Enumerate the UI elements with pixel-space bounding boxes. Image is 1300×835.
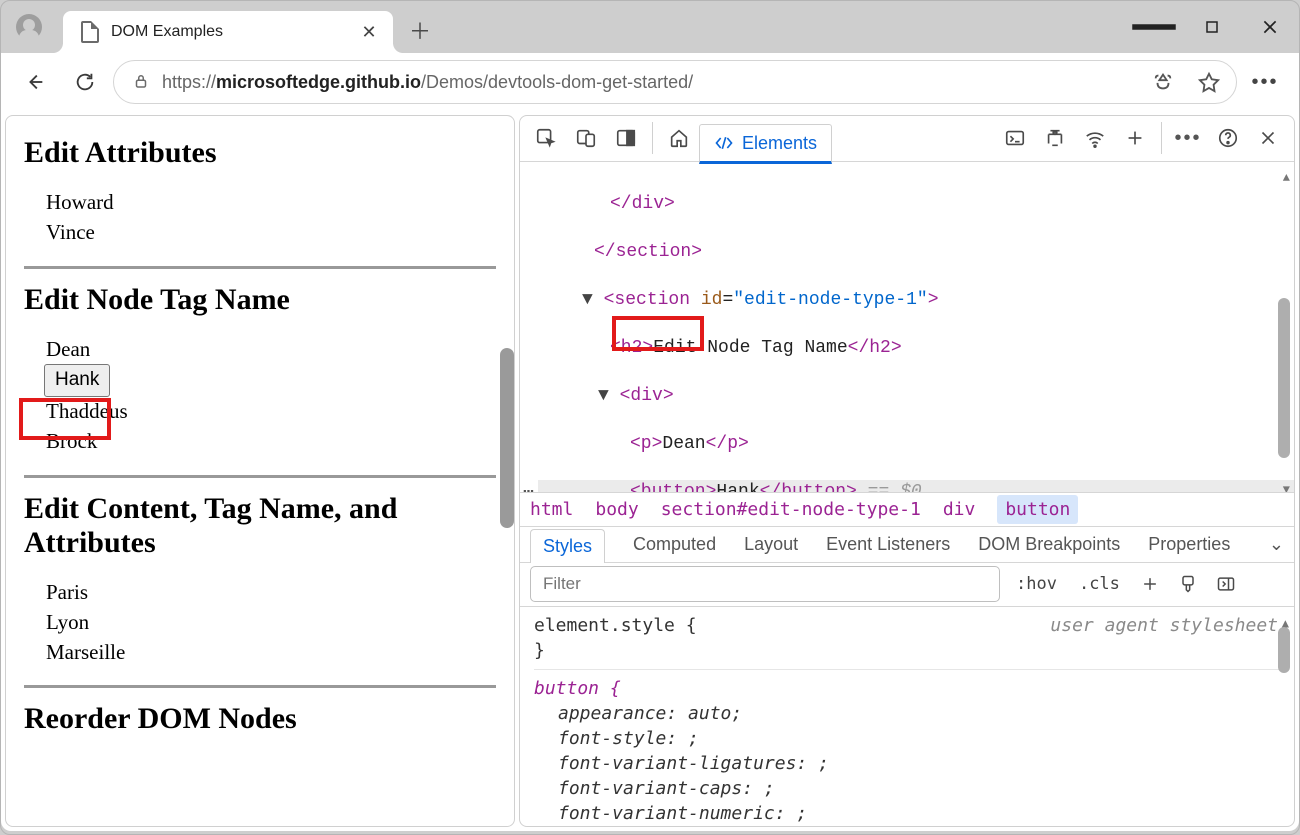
devtools-toolbar: Elements ••• (520, 116, 1294, 162)
console-tab-icon[interactable] (995, 118, 1035, 158)
window-controls (1125, 1, 1299, 53)
css-property[interactable]: font-style: ; (534, 726, 1280, 751)
css-source: user agent stylesheet (1050, 613, 1278, 638)
device-emulation-icon[interactable] (566, 118, 606, 158)
scrollbar-thumb[interactable] (500, 348, 514, 528)
list-item: Marseille (46, 638, 496, 668)
back-button[interactable] (13, 60, 57, 104)
tab-layout[interactable]: Layout (744, 534, 798, 555)
new-tab-button[interactable]: ＋ (401, 11, 439, 49)
favorite-icon[interactable] (1192, 71, 1226, 93)
divider (24, 266, 496, 269)
chevron-down-icon[interactable]: ⌄ (1269, 534, 1284, 555)
crumb[interactable]: div (943, 499, 976, 520)
css-inline-close: } (534, 638, 1280, 663)
page-icon (81, 21, 99, 43)
toggle-sidebar-icon[interactable] (1212, 574, 1240, 594)
close-devtools-icon[interactable] (1248, 118, 1288, 158)
styles-panel-tabs: Styles Computed Layout Event Listeners D… (520, 526, 1294, 563)
close-window-button[interactable] (1241, 1, 1299, 53)
tab-title: DOM Examples (111, 23, 347, 41)
heading-edit-all: Edit Content, Tag Name, and Attributes (24, 492, 496, 560)
styles-filter-row: :hov .cls (520, 563, 1294, 607)
css-selector: button { (534, 678, 621, 699)
content-split: Edit Attributes Howard Vince Edit Node T… (1, 111, 1299, 831)
divider (24, 475, 496, 478)
elements-tab[interactable]: Elements (699, 124, 832, 164)
dom-selected-node[interactable]: <button>Hank</button> == $0 (538, 480, 1294, 492)
css-rules[interactable]: element.style { } button { user agent st… (520, 607, 1294, 826)
read-aloud-icon[interactable] (1146, 71, 1180, 93)
browser-titlebar: DOM Examples ✕ ＋ (1, 1, 1299, 53)
hank-button[interactable]: Hank (44, 364, 110, 397)
lock-icon (132, 72, 150, 93)
tab-event-listeners[interactable]: Event Listeners (826, 534, 950, 555)
list-item: Thaddeus (46, 397, 496, 427)
tab-properties[interactable]: Properties (1148, 534, 1230, 555)
css-property[interactable]: appearance: auto; (534, 701, 1280, 726)
expand-toggle[interactable]: ▼ (598, 386, 620, 406)
paint-flashing-icon[interactable] (1174, 574, 1202, 594)
scrollbar-thumb[interactable] (1278, 627, 1290, 673)
scroll-up-arrow[interactable]: ▲ (1283, 166, 1290, 190)
profile-icon (16, 14, 42, 40)
new-style-rule-icon[interactable] (1136, 574, 1164, 594)
list-item: Howard (46, 188, 496, 218)
list-item: Dean (46, 335, 496, 365)
heading-reorder: Reorder DOM Nodes (24, 702, 496, 736)
page-viewport[interactable]: Edit Attributes Howard Vince Edit Node T… (5, 115, 515, 827)
dom-breadcrumb: html body section#edit-node-type-1 div b… (520, 492, 1294, 526)
css-property[interactable]: font-variant-ligatures: ; (534, 751, 1280, 776)
minimize-button[interactable] (1125, 1, 1183, 53)
list-attributes: Howard Vince (24, 188, 496, 248)
heading-edit-tag: Edit Node Tag Name (24, 283, 496, 317)
filter-input[interactable] (530, 566, 1000, 602)
hov-toggle[interactable]: :hov (1010, 574, 1063, 594)
settings-more-icon[interactable]: ••• (1168, 118, 1208, 158)
browser-toolbar: https://microsoftedge.github.io/Demos/de… (1, 53, 1299, 111)
maximize-button[interactable] (1183, 1, 1241, 53)
heading-edit-attributes: Edit Attributes (24, 136, 496, 170)
css-property[interactable]: font-variant-caps: ; (534, 776, 1280, 801)
crumb[interactable]: body (595, 499, 638, 520)
devtools-panel: Elements ••• </div> </section> ▼ <sectio… (519, 115, 1295, 827)
help-icon[interactable] (1208, 118, 1248, 158)
network-icon[interactable] (1075, 118, 1115, 158)
elements-tab-label: Elements (742, 133, 817, 154)
dock-side-icon[interactable] (606, 118, 646, 158)
profile-button[interactable] (9, 7, 49, 47)
browser-tab[interactable]: DOM Examples ✕ (63, 11, 393, 53)
tab-computed[interactable]: Computed (633, 534, 716, 555)
divider (24, 685, 496, 688)
list-item: Paris (46, 578, 496, 608)
tab-styles[interactable]: Styles (530, 529, 605, 563)
crumb-selected[interactable]: button (997, 495, 1078, 524)
cls-toggle[interactable]: .cls (1073, 574, 1126, 594)
list-item: Brock (46, 427, 496, 457)
list-item: Vince (46, 218, 496, 248)
inspect-element-icon[interactable] (526, 118, 566, 158)
close-tab-button[interactable]: ✕ (359, 22, 379, 43)
scroll-down-arrow[interactable]: ▼ (1283, 478, 1290, 492)
more-button[interactable]: ••• (1243, 71, 1287, 94)
address-bar[interactable]: https://microsoftedge.github.io/Demos/de… (113, 60, 1237, 104)
crumb[interactable]: html (530, 499, 573, 520)
list-item: Lyon (46, 608, 496, 638)
list-all: Paris Lyon Marseille (24, 578, 496, 667)
url-text: https://microsoftedge.github.io/Demos/de… (162, 72, 1134, 93)
welcome-tab-icon[interactable] (659, 118, 699, 158)
tab-dom-breakpoints[interactable]: DOM Breakpoints (978, 534, 1120, 555)
dom-tree[interactable]: </div> </section> ▼ <section id="edit-no… (520, 162, 1294, 492)
refresh-button[interactable] (63, 60, 107, 104)
more-tabs-icon[interactable] (1115, 118, 1155, 158)
list-tagname: Dean Hank Thaddeus Brock (24, 335, 496, 457)
sources-icon[interactable] (1035, 118, 1075, 158)
scrollbar-thumb[interactable] (1278, 298, 1290, 458)
expand-toggle[interactable]: ▼ (582, 290, 604, 310)
css-property[interactable]: font-variant-numeric: ; (534, 801, 1280, 826)
crumb[interactable]: section#edit-node-type-1 (661, 499, 921, 520)
